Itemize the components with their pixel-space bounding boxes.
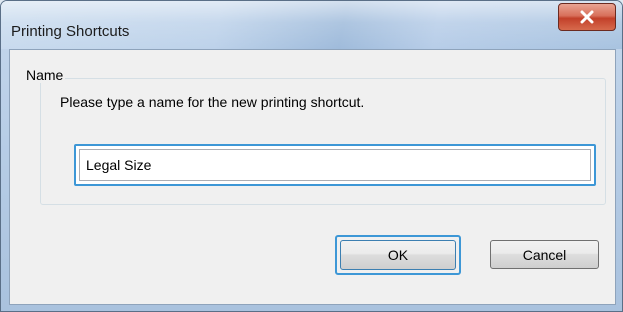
name-input-focus-ring [74,144,596,186]
ok-button[interactable]: OK [340,240,456,270]
dialog-window: Printing Shortcuts Name Please type a na… [0,0,623,312]
name-prompt-text: Please type a name for the new printing … [60,94,365,110]
shortcut-name-input[interactable] [79,149,591,181]
close-x-icon [580,10,594,24]
title-bar[interactable]: Printing Shortcuts [1,1,622,49]
dialog-client-area: Name Please type a name for the new prin… [9,49,616,305]
cancel-button[interactable]: Cancel [490,240,599,269]
ok-button-focus-ring: OK [335,235,461,275]
close-button[interactable] [558,3,616,31]
window-title: Printing Shortcuts [11,23,130,40]
groupbox-legend: Name [24,67,66,83]
